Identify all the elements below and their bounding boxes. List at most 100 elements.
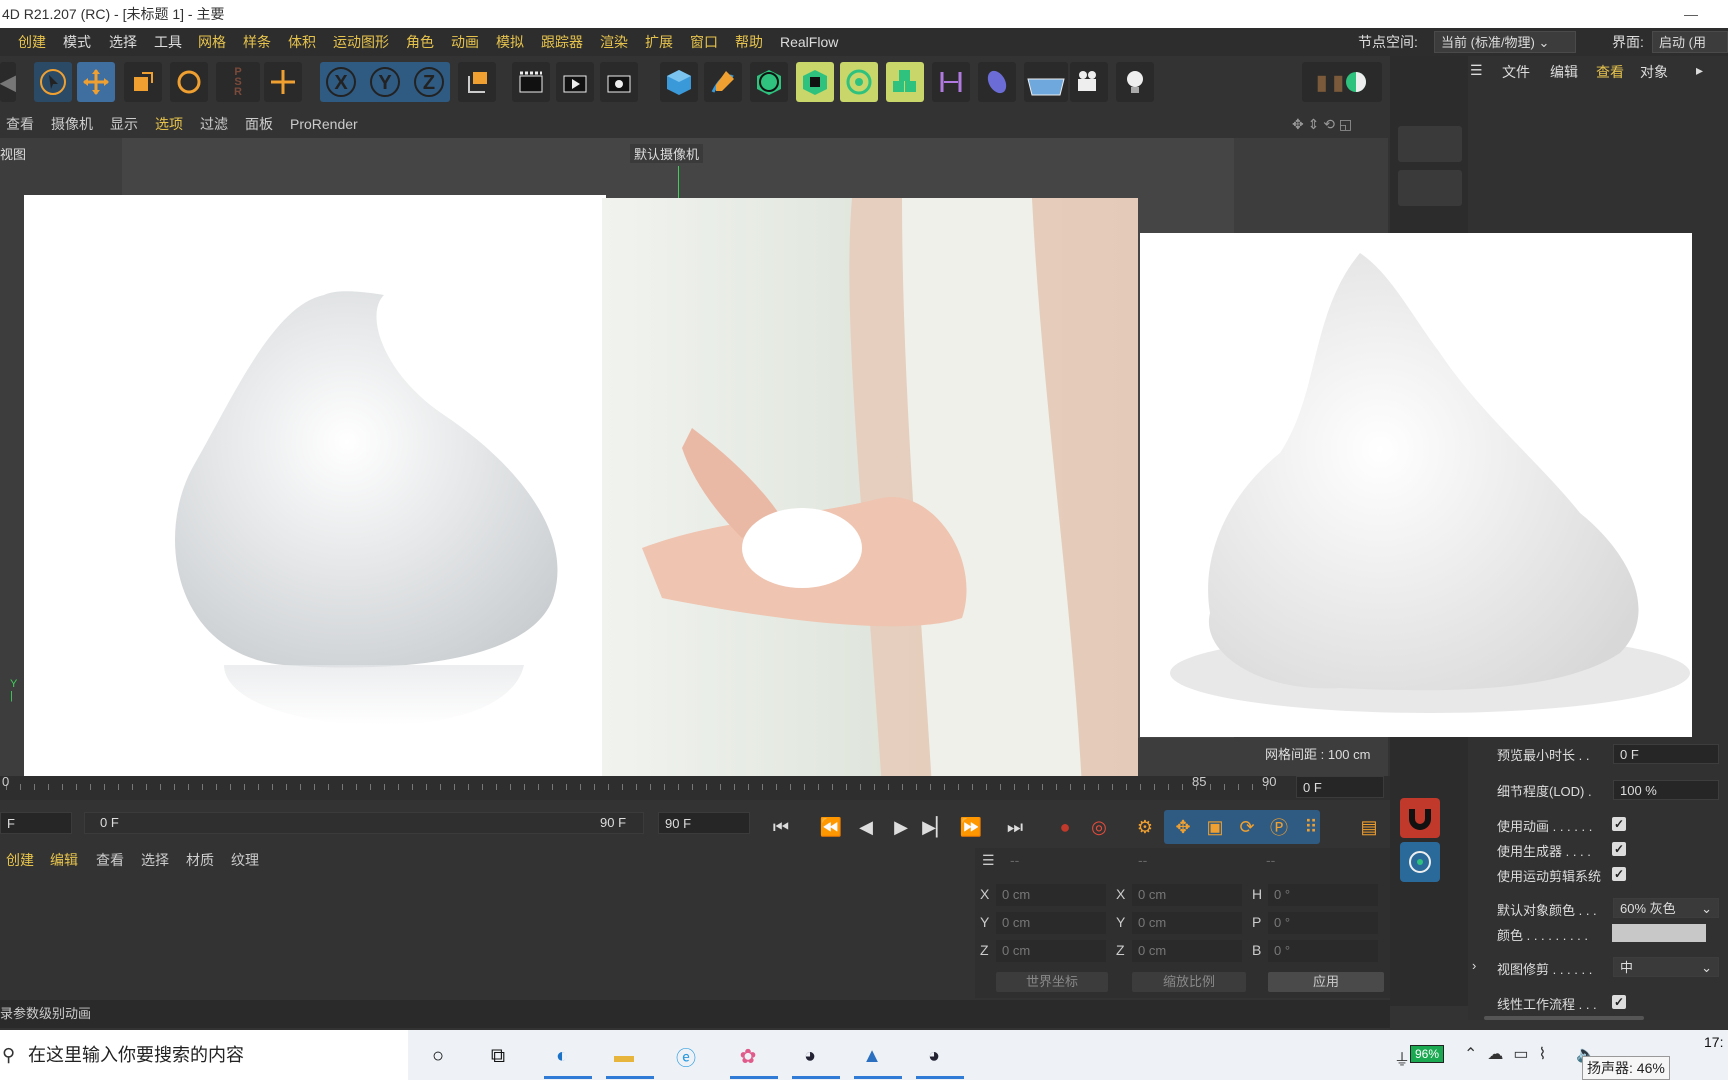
coord-field-size-x[interactable]: 0 cm xyxy=(1132,884,1242,906)
render-settings-icon[interactable] xyxy=(600,62,638,102)
next-key-icon[interactable]: ⏩ xyxy=(956,812,986,842)
key-position-icon[interactable]: ✥ xyxy=(1168,812,1198,842)
vp-menu-display[interactable]: 显示 xyxy=(110,110,138,138)
prop-field-lod[interactable]: 100 % xyxy=(1613,780,1719,800)
browser-e-icon[interactable]: ⓔ xyxy=(666,1036,706,1076)
vp-menu-cameras[interactable]: 摄像机 xyxy=(51,110,93,138)
render-view-icon[interactable] xyxy=(512,62,550,102)
prop-check-use-motion-system[interactable]: ✓ xyxy=(1612,867,1626,881)
menu-spline[interactable]: 样条 xyxy=(243,28,271,56)
taskbar-search[interactable]: ⚲ 在这里输入你要搜索的内容 xyxy=(0,1030,408,1080)
cloner-icon[interactable] xyxy=(840,62,878,102)
render-picture-viewer-icon[interactable] xyxy=(556,62,594,102)
frame-range-slider[interactable] xyxy=(84,812,644,834)
hamburger-icon[interactable]: ☰ xyxy=(1470,62,1483,79)
menu-help[interactable]: 帮助 xyxy=(735,28,763,56)
bend-deformer-icon[interactable] xyxy=(932,62,970,102)
play-icon[interactable]: ▶ xyxy=(886,812,916,842)
mat-menu-material[interactable]: 材质 xyxy=(186,850,214,870)
workplane-icon[interactable] xyxy=(1400,842,1440,882)
vp-menu-options[interactable]: 选项 xyxy=(155,110,183,138)
coord-field-pos-z[interactable]: 0 cm xyxy=(996,940,1106,962)
vp-menu-prorender[interactable]: ProRender xyxy=(290,110,358,138)
start-frame-field[interactable]: F xyxy=(0,812,72,834)
axis-x-button[interactable]: X xyxy=(322,62,360,102)
go-to-start-icon[interactable]: ⏮ xyxy=(766,812,796,842)
record-icon[interactable]: ● xyxy=(1050,812,1080,842)
vp-menu-panel[interactable]: 面板 xyxy=(245,110,273,138)
timeline-window-icon[interactable]: ▤ xyxy=(1354,812,1384,842)
menu-window[interactable]: 窗口 xyxy=(690,28,718,56)
rotate-tool-icon[interactable] xyxy=(170,62,208,102)
clock[interactable]: 17: xyxy=(1704,1034,1723,1050)
mat-menu-select[interactable]: 选择 xyxy=(141,850,169,870)
vp-menu-view[interactable]: 查看 xyxy=(6,110,34,138)
color-swatch[interactable] xyxy=(1612,924,1706,942)
coord-field-p[interactable]: 0 ° xyxy=(1268,912,1378,934)
psr-lock-icon[interactable]: PSR xyxy=(216,62,260,102)
prop-dropdown-default-color[interactable]: 60% 灰色 ⌄ xyxy=(1613,898,1719,918)
coord-field-size-y[interactable]: 0 cm xyxy=(1132,912,1242,934)
menu-extensions[interactable]: 扩展 xyxy=(645,28,673,56)
menu-tools[interactable]: 工具 xyxy=(154,28,182,56)
prop-check-use-generators[interactable]: ✓ xyxy=(1612,842,1626,856)
light-bulb-icon[interactable] xyxy=(1116,62,1154,102)
menu-character[interactable]: 角色 xyxy=(406,28,434,56)
cube-icon[interactable] xyxy=(660,62,698,102)
coord-field-h[interactable]: 0 ° xyxy=(1268,884,1378,906)
menu-mode[interactable]: 模式 xyxy=(63,28,91,56)
menu-mograph[interactable]: 运动图形 xyxy=(333,28,389,56)
edge-browser-icon[interactable]: ◐ xyxy=(542,1036,582,1076)
chevron-right-icon[interactable]: ▸ xyxy=(1696,62,1703,79)
menu-tracker[interactable]: 跟踪器 xyxy=(541,28,583,56)
camera-icon[interactable] xyxy=(1070,62,1108,102)
chevron-right-icon[interactable]: › xyxy=(1472,958,1476,973)
axis-y-button[interactable]: Y xyxy=(366,62,404,102)
cortana-icon[interactable]: ○ xyxy=(418,1036,458,1076)
file-explorer-icon[interactable]: ▬ xyxy=(604,1036,644,1076)
world-coords-dropdown[interactable]: 世界坐标 xyxy=(996,972,1108,992)
boolean-icon[interactable] xyxy=(796,62,834,102)
magnet-icon[interactable] xyxy=(1400,798,1440,838)
select-tool-icon[interactable] xyxy=(34,62,72,102)
apply-button[interactable]: 应用 xyxy=(1268,972,1384,992)
coord-field-pos-x[interactable]: 0 cm xyxy=(996,884,1106,906)
auto-key-icon[interactable]: ◎ xyxy=(1084,812,1114,842)
minimize-button[interactable]: — xyxy=(1684,0,1698,28)
camera-label[interactable]: 默认摄像机 xyxy=(630,144,704,163)
prop-dropdown-view-clipping[interactable]: 中 ⌄ xyxy=(1613,957,1719,977)
attr-menu-file[interactable]: 文件 xyxy=(1502,62,1530,82)
keyframe-settings-icon[interactable]: ⚙ xyxy=(1130,812,1160,842)
tray-icons[interactable]: ⌃☁▭⌇ xyxy=(1464,1044,1556,1064)
deformer-cubes-icon[interactable] xyxy=(886,62,924,102)
side-tool-icon[interactable] xyxy=(1398,170,1462,206)
subdivision-icon[interactable] xyxy=(750,62,788,102)
menu-volume[interactable]: 体积 xyxy=(288,28,316,56)
key-rotation-icon[interactable]: ⟳ xyxy=(1232,812,1262,842)
move-tool-icon[interactable] xyxy=(77,62,115,102)
attr-menu-view[interactable]: 查看 xyxy=(1596,62,1624,82)
menu-realflow[interactable]: RealFlow xyxy=(780,28,838,56)
hamburger-icon[interactable]: ☰ xyxy=(982,852,995,869)
next-frame-icon[interactable]: ▶▏ xyxy=(921,812,951,842)
attr-menu-object[interactable]: 对象 xyxy=(1640,62,1668,82)
mat-menu-create[interactable]: 创建 xyxy=(6,850,34,870)
transform-tool-icon[interactable] xyxy=(264,62,302,102)
mat-menu-view[interactable]: 查看 xyxy=(96,850,124,870)
floor-icon[interactable] xyxy=(1024,62,1068,102)
axis-z-button[interactable]: Z xyxy=(410,62,448,102)
menu-render[interactable]: 渲染 xyxy=(600,28,628,56)
scale-tool-icon[interactable] xyxy=(124,62,162,102)
prop-field-preview-min[interactable]: 0 F xyxy=(1613,744,1719,764)
menu-mesh[interactable]: 网格 xyxy=(198,28,226,56)
battery-indicator[interactable]: 96% xyxy=(1410,1045,1445,1063)
plug-icon[interactable]: ⏚ xyxy=(1394,1046,1410,1070)
coord-field-b[interactable]: 0 ° xyxy=(1268,940,1378,962)
field-icon[interactable] xyxy=(978,62,1016,102)
tag-tools-icon[interactable]: ▮ ▮ xyxy=(1302,62,1382,102)
coord-field-size-z[interactable]: 0 cm xyxy=(1132,940,1242,962)
menu-create[interactable]: 创建 xyxy=(18,28,46,56)
material-manager[interactable] xyxy=(0,848,975,998)
key-pla-icon[interactable]: ⠿ xyxy=(1296,812,1326,842)
side-tool-icon[interactable] xyxy=(1398,126,1462,162)
